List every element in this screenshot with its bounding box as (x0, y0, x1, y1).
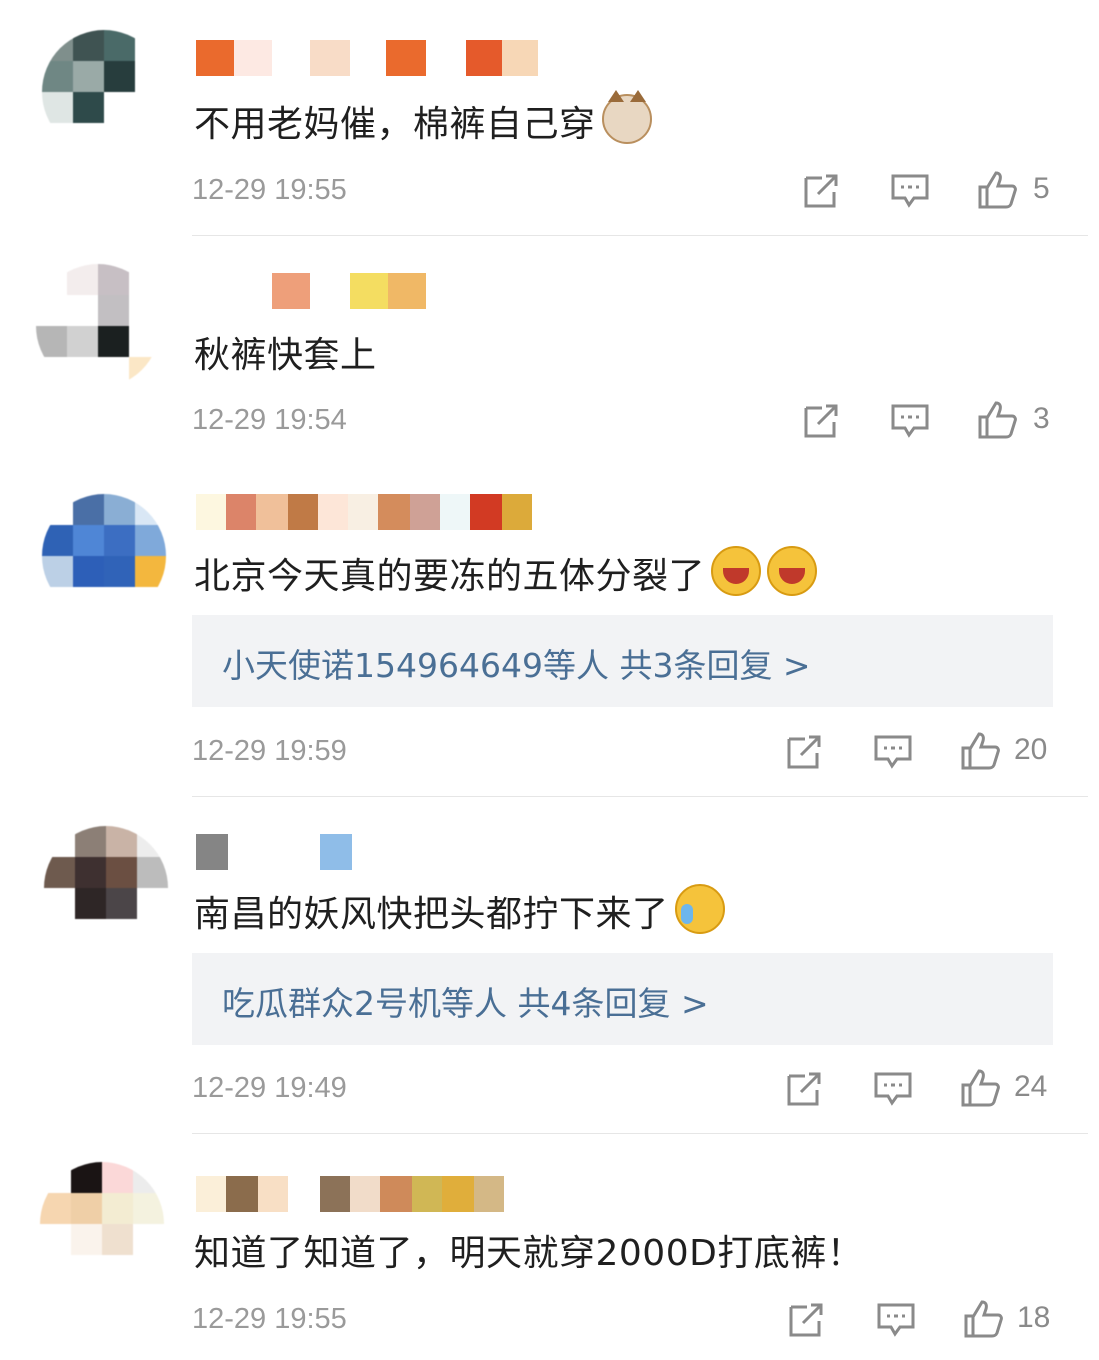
reply-summary-link[interactable]: 小天使诺154964649等人 共3条回复 > (222, 639, 811, 687)
timestamp: 12-29 19:55 (192, 1303, 347, 1335)
comment-icon[interactable] (873, 731, 913, 771)
divider (192, 235, 1088, 236)
timestamp: 12-29 19:55 (192, 174, 347, 206)
comment-text: 南昌的妖风快把头都拧下来了 (194, 884, 725, 937)
comment-text-content: 南昌的妖风快把头都拧下来了 (194, 894, 669, 935)
comment-meta: 12-29 19:49 24 (0, 1068, 1099, 1112)
share-icon[interactable] (785, 731, 825, 771)
avatar[interactable] (36, 264, 160, 388)
avatar[interactable] (40, 1162, 164, 1286)
share-icon[interactable] (802, 170, 842, 210)
comment-icon[interactable] (890, 400, 930, 440)
divider (192, 796, 1088, 797)
reply-summary[interactable]: 小天使诺154964649等人 共3条回复 > (192, 615, 1053, 707)
comment-text-content: 北京今天真的要冻的五体分裂了 (194, 556, 706, 597)
like-count: 5 (1033, 172, 1050, 205)
share-icon[interactable] (785, 1068, 825, 1108)
username-mosaic[interactable] (196, 494, 532, 530)
username-mosaic[interactable] (196, 1176, 504, 1212)
crying-laughing-emoji (674, 884, 725, 934)
like-count: 18 (1017, 1301, 1051, 1334)
comment-meta: 12-29 19:55 5 (0, 170, 1099, 214)
comment-meta: 12-29 19:54 3 (0, 400, 1099, 444)
share-icon[interactable] (787, 1299, 827, 1339)
like-count: 3 (1033, 402, 1050, 435)
thumbs-up-icon[interactable] (960, 1068, 1000, 1108)
like-count: 24 (1014, 1070, 1048, 1103)
reply-summary-link[interactable]: 吃瓜群众2号机等人 共4条回复 > (222, 977, 709, 1025)
laughing-emoji (767, 546, 818, 596)
timestamp: 12-29 19:59 (192, 735, 347, 767)
comment-text-content: 不用老妈催，棉裤自己穿 (194, 104, 596, 145)
username-mosaic[interactable] (196, 40, 538, 76)
timestamp: 12-29 19:49 (192, 1072, 347, 1104)
comment-text: 北京今天真的要冻的五体分裂了 (194, 546, 818, 599)
share-icon[interactable] (802, 400, 842, 440)
timestamp: 12-29 19:54 (192, 404, 347, 436)
thumbs-up-icon[interactable] (960, 731, 1000, 771)
comment-meta: 12-29 19:55 18 (0, 1299, 1099, 1343)
avatar[interactable] (42, 30, 166, 154)
comment-text: 知道了知道了，明天就穿2000D打底裤！ (194, 1224, 863, 1276)
divider (192, 1133, 1088, 1134)
comment-text: 秋裤快套上 (194, 326, 377, 378)
thumbs-up-icon[interactable] (963, 1299, 1003, 1339)
thumbs-up-icon[interactable] (977, 400, 1017, 440)
username-mosaic[interactable] (196, 273, 426, 309)
thumbs-up-icon[interactable] (977, 170, 1017, 210)
comment-icon[interactable] (876, 1299, 916, 1339)
comment-icon[interactable] (890, 170, 930, 210)
comment-icon[interactable] (873, 1068, 913, 1108)
comment-text-content: 秋裤快套上 (194, 335, 377, 376)
avatar[interactable] (44, 826, 168, 950)
username-mosaic[interactable] (196, 834, 352, 870)
comment-meta: 12-29 19:59 20 (0, 731, 1099, 775)
laughing-emoji (711, 546, 762, 596)
comment-text-content: 知道了知道了，明天就穿2000D打底裤！ (194, 1233, 864, 1274)
like-count: 20 (1014, 733, 1048, 766)
reply-summary[interactable]: 吃瓜群众2号机等人 共4条回复 > (192, 953, 1053, 1045)
cat-face-emoji (601, 90, 652, 144)
comment-text: 不用老妈催，棉裤自己穿 (194, 90, 652, 147)
avatar[interactable] (42, 494, 166, 618)
